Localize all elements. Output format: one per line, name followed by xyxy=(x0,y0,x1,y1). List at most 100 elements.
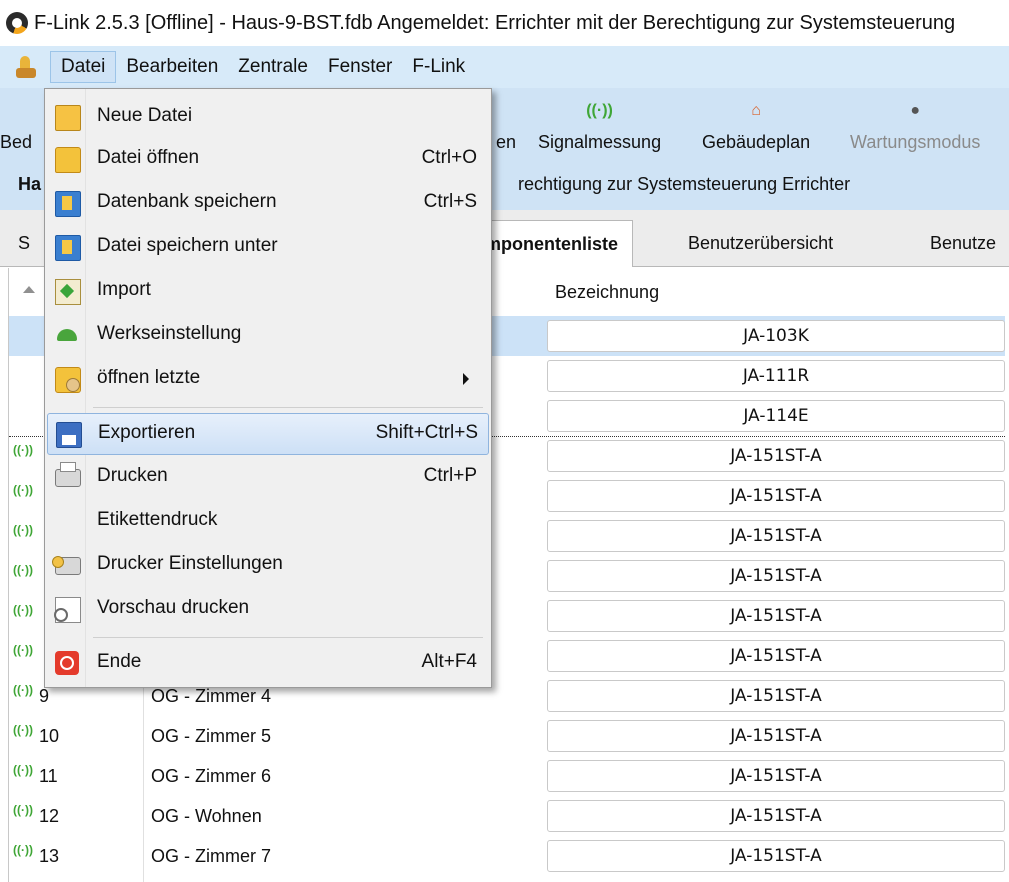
cell-room: OG - Zimmer 7 xyxy=(151,846,271,866)
table-row[interactable]: ((·)) 10 OG - Zimmer 5 JA-151ST-A xyxy=(9,716,1005,756)
menu-item-label: Drucker Einstellungen xyxy=(97,553,283,574)
signal-icon: ((·)) xyxy=(13,723,33,737)
cell-bezeichnung[interactable]: JA-151ST-A xyxy=(547,760,1005,792)
menu-item-label: Datei speichern unter xyxy=(97,235,278,256)
menu-bar: Datei Bearbeiten Zentrale Fenster F-Link xyxy=(0,46,1009,88)
menu-datei[interactable]: Datei xyxy=(50,51,117,83)
menu-item-oeffnen-letzte[interactable]: öffnen letzte xyxy=(47,359,487,399)
tab-komponentenliste[interactable]: mponentenliste xyxy=(470,220,634,267)
menu-separator xyxy=(93,637,483,638)
menu-item-label: Etikettendruck xyxy=(97,509,218,530)
menu-item-import[interactable]: Import xyxy=(47,271,487,311)
menu-item-label: öffnen letzte xyxy=(97,367,201,388)
signal-icon: ((·)) xyxy=(13,523,33,537)
menu-item-label: Datenbank speichern xyxy=(97,191,277,212)
menu-item-datei-oeffnen[interactable]: Datei öffnen Ctrl+O xyxy=(47,139,487,179)
cell-room: OG - Wohnen xyxy=(151,806,262,826)
cell-bezeichnung[interactable]: JA-114E xyxy=(547,400,1005,432)
cell-id-text: 10 xyxy=(38,726,60,746)
menu-item-label: Import xyxy=(97,279,151,300)
cell-id-text: 9 xyxy=(38,686,49,706)
cell-room: OG - Zimmer 5 xyxy=(151,726,271,746)
signal-icon: ((·)) xyxy=(13,563,33,577)
cell-bezeichnung[interactable]: JA-151ST-A xyxy=(547,600,1005,632)
menu-item-shortcut: Ctrl+S xyxy=(423,191,477,212)
menu-item-drucken[interactable]: Drucken Ctrl+P xyxy=(47,457,487,497)
menu-item-datenbank-speichern[interactable]: Datenbank speichern Ctrl+S xyxy=(47,183,487,223)
signal-icon: ((·)) xyxy=(13,603,33,617)
cell-bezeichnung[interactable]: JA-151ST-A xyxy=(547,720,1005,752)
tab-benutzeruebersicht[interactable]: Benutzerübersicht xyxy=(688,220,833,266)
cell-bezeichnung[interactable]: JA-111R xyxy=(547,360,1005,392)
signal-icon: ((·)) xyxy=(13,483,33,497)
cell-bezeichnung[interactable]: JA-151ST-A xyxy=(547,520,1005,552)
tab-benutzer[interactable]: Benutze xyxy=(930,220,996,266)
signal-icon: ((·)) xyxy=(13,443,33,457)
table-row[interactable]: ((·)) 12 OG - Wohnen JA-151ST-A xyxy=(9,796,1005,836)
house-icon: ⌂ xyxy=(751,102,761,119)
wartungsmodus-button[interactable]: ● Wartungsmodus xyxy=(850,102,980,153)
open-folder-icon xyxy=(55,147,81,173)
tab-cut[interactable]: S xyxy=(18,220,30,266)
cell-bezeichnung[interactable]: JA-151ST-A xyxy=(547,800,1005,832)
menu-item-exportieren[interactable]: Exportieren Shift+Ctrl+S xyxy=(47,413,489,455)
factory-reset-icon xyxy=(55,323,79,347)
column-header-bezeichnung[interactable]: Bezeichnung xyxy=(555,282,659,303)
menu-bearbeiten[interactable]: Bearbeiten xyxy=(116,52,228,82)
signal-icon: ((·)) xyxy=(586,102,613,119)
menu-f-link[interactable]: F-Link xyxy=(402,52,475,82)
cell-bezeichnung[interactable]: JA-151ST-A xyxy=(547,840,1005,872)
sort-ascending-icon[interactable] xyxy=(23,286,35,293)
database-save-icon xyxy=(55,191,81,217)
cell-bezeichnung[interactable]: JA-151ST-A xyxy=(547,440,1005,472)
menu-item-drucker-einstellungen[interactable]: Drucker Einstellungen xyxy=(47,545,487,585)
recent-files-icon xyxy=(55,367,81,393)
save-disk-icon xyxy=(56,422,82,448)
menu-item-shortcut: Ctrl+P xyxy=(423,465,477,486)
ribbon-info-left: Ha xyxy=(18,174,42,194)
table-row[interactable]: ((·)) 11 OG - Zimmer 6 JA-151ST-A xyxy=(9,756,1005,796)
signal-icon: ((·)) xyxy=(13,643,33,657)
ribbon-button-cut[interactable]: Bed xyxy=(0,132,32,153)
menu-item-vorschau-drucken[interactable]: Vorschau drucken xyxy=(47,589,487,629)
menu-fenster[interactable]: Fenster xyxy=(318,52,402,82)
ribbon-info-line: rechtigung zur Systemsteuerung Errichter xyxy=(518,174,851,194)
signalmessung-label: Signalmessung xyxy=(538,132,662,152)
window-title: F-Link 2.5.3 [Offline] - Haus-9-BST.fdb … xyxy=(34,11,956,34)
gebaeudeplan-button[interactable]: ⌂ Gebäudeplan xyxy=(702,102,810,153)
cell-room: OG - Zimmer 6 xyxy=(151,766,271,786)
wartungsmodus-label: Wartungsmodus xyxy=(850,132,981,152)
printer-icon xyxy=(55,462,81,487)
cell-id-text: 13 xyxy=(38,846,60,866)
cell-id-text: 11 xyxy=(38,766,58,786)
menu-separator xyxy=(93,407,483,408)
menu-item-label: Datei öffnen xyxy=(97,147,200,168)
cell-bezeichnung[interactable]: JA-151ST-A xyxy=(547,480,1005,512)
gebaeudeplan-label: Gebäudeplan xyxy=(702,132,811,152)
table-row[interactable]: ((·)) 13 OG - Zimmer 7 JA-151ST-A xyxy=(9,836,1005,876)
cell-bezeichnung[interactable]: JA-103K xyxy=(547,320,1005,352)
menu-item-label: Werkseinstellung xyxy=(97,323,242,344)
cell-bezeichnung[interactable]: JA-151ST-A xyxy=(547,680,1005,712)
menu-item-etikettendruck[interactable]: Etikettendruck xyxy=(47,501,487,541)
signalmessung-button[interactable]: ((·)) Signalmessung xyxy=(538,102,661,153)
signal-icon: ((·)) xyxy=(13,803,33,817)
title-bar: F-Link 2.5.3 [Offline] - Haus-9-BST.fdb … xyxy=(0,0,1009,46)
menu-zentrale[interactable]: Zentrale xyxy=(228,52,318,82)
menu-item-ende[interactable]: Ende Alt+F4 xyxy=(47,643,487,683)
menu-item-werkseinstellung[interactable]: Werkseinstellung xyxy=(47,315,487,355)
menu-item-neue-datei[interactable]: Neue Datei xyxy=(47,97,487,137)
person-icon: ● xyxy=(910,102,921,119)
cell-bezeichnung[interactable]: JA-151ST-A xyxy=(547,640,1005,672)
signal-icon: ((·)) xyxy=(13,683,33,697)
cell-bezeichnung[interactable]: JA-151ST-A xyxy=(547,560,1005,592)
app-logo-icon xyxy=(6,12,28,34)
app-menu-icon[interactable] xyxy=(14,54,40,80)
datei-dropdown-menu: Neue Datei Datei öffnen Ctrl+O Datenbank… xyxy=(44,88,492,688)
cell-id: ((·)) 12 xyxy=(13,796,143,836)
exit-icon xyxy=(55,651,79,675)
menu-item-datei-speichern-unter[interactable]: Datei speichern unter xyxy=(47,227,487,267)
menu-item-shortcut: Alt+F4 xyxy=(421,651,477,672)
signal-icon: ((·)) xyxy=(13,843,33,857)
ribbon-button-partial[interactable]: en xyxy=(496,132,516,153)
